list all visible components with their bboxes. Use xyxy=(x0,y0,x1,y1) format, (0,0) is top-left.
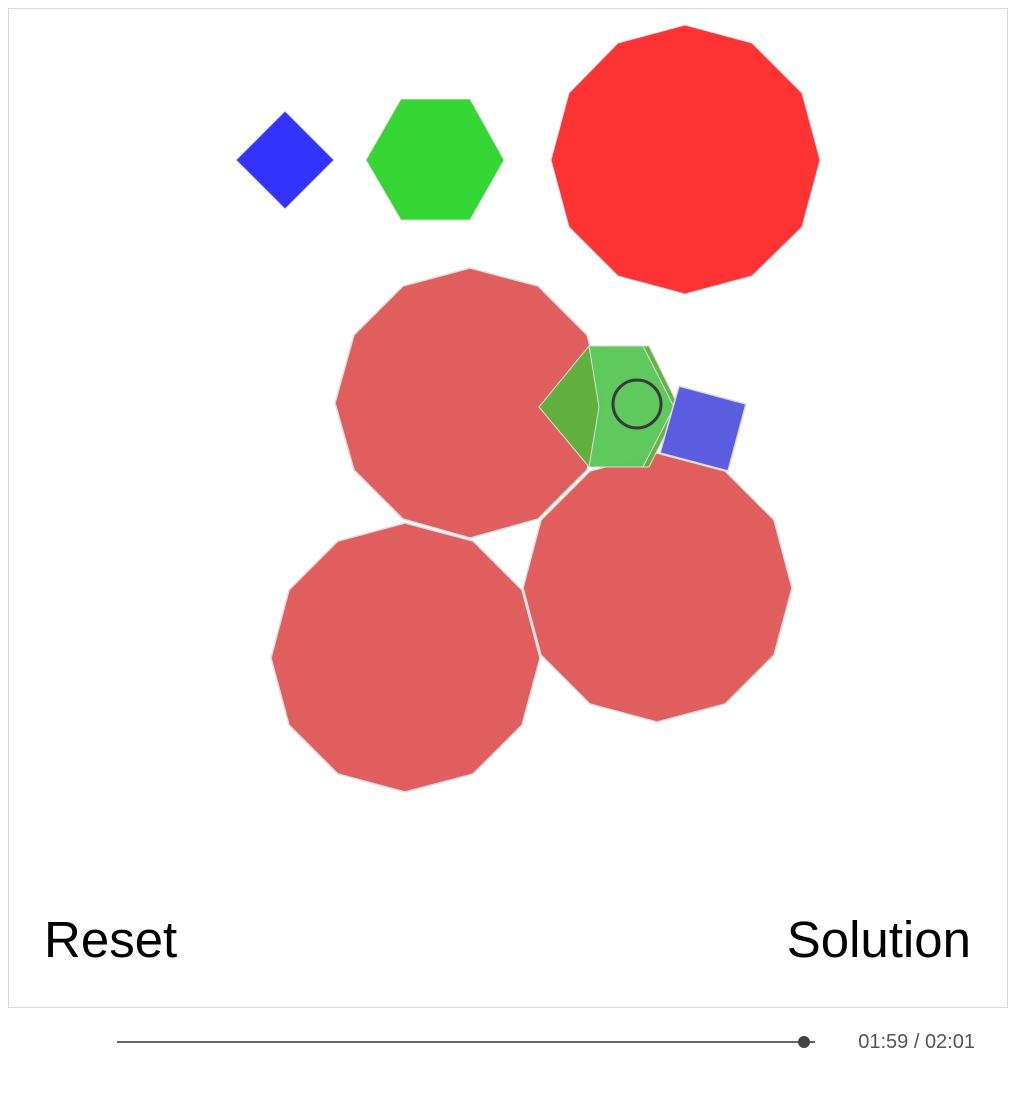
progress-handle[interactable] xyxy=(797,1036,810,1048)
playback-bar: 01:59 / 02:01 xyxy=(0,1020,1010,1064)
solution-button[interactable]: Solution xyxy=(787,914,971,965)
palette-hexagon[interactable] xyxy=(365,98,505,221)
placed-dodecagon-2[interactable] xyxy=(270,522,541,793)
palette-dodecagon[interactable] xyxy=(550,24,821,295)
board-canvas[interactable] xyxy=(9,9,1009,1009)
puzzle-board[interactable]: Reset Solution xyxy=(8,8,1008,1008)
palette-square[interactable] xyxy=(235,110,335,210)
progress-track[interactable] xyxy=(117,1041,815,1043)
reset-button[interactable]: Reset xyxy=(44,914,177,965)
time-display: 01:59 / 02:01 xyxy=(858,1031,975,1053)
